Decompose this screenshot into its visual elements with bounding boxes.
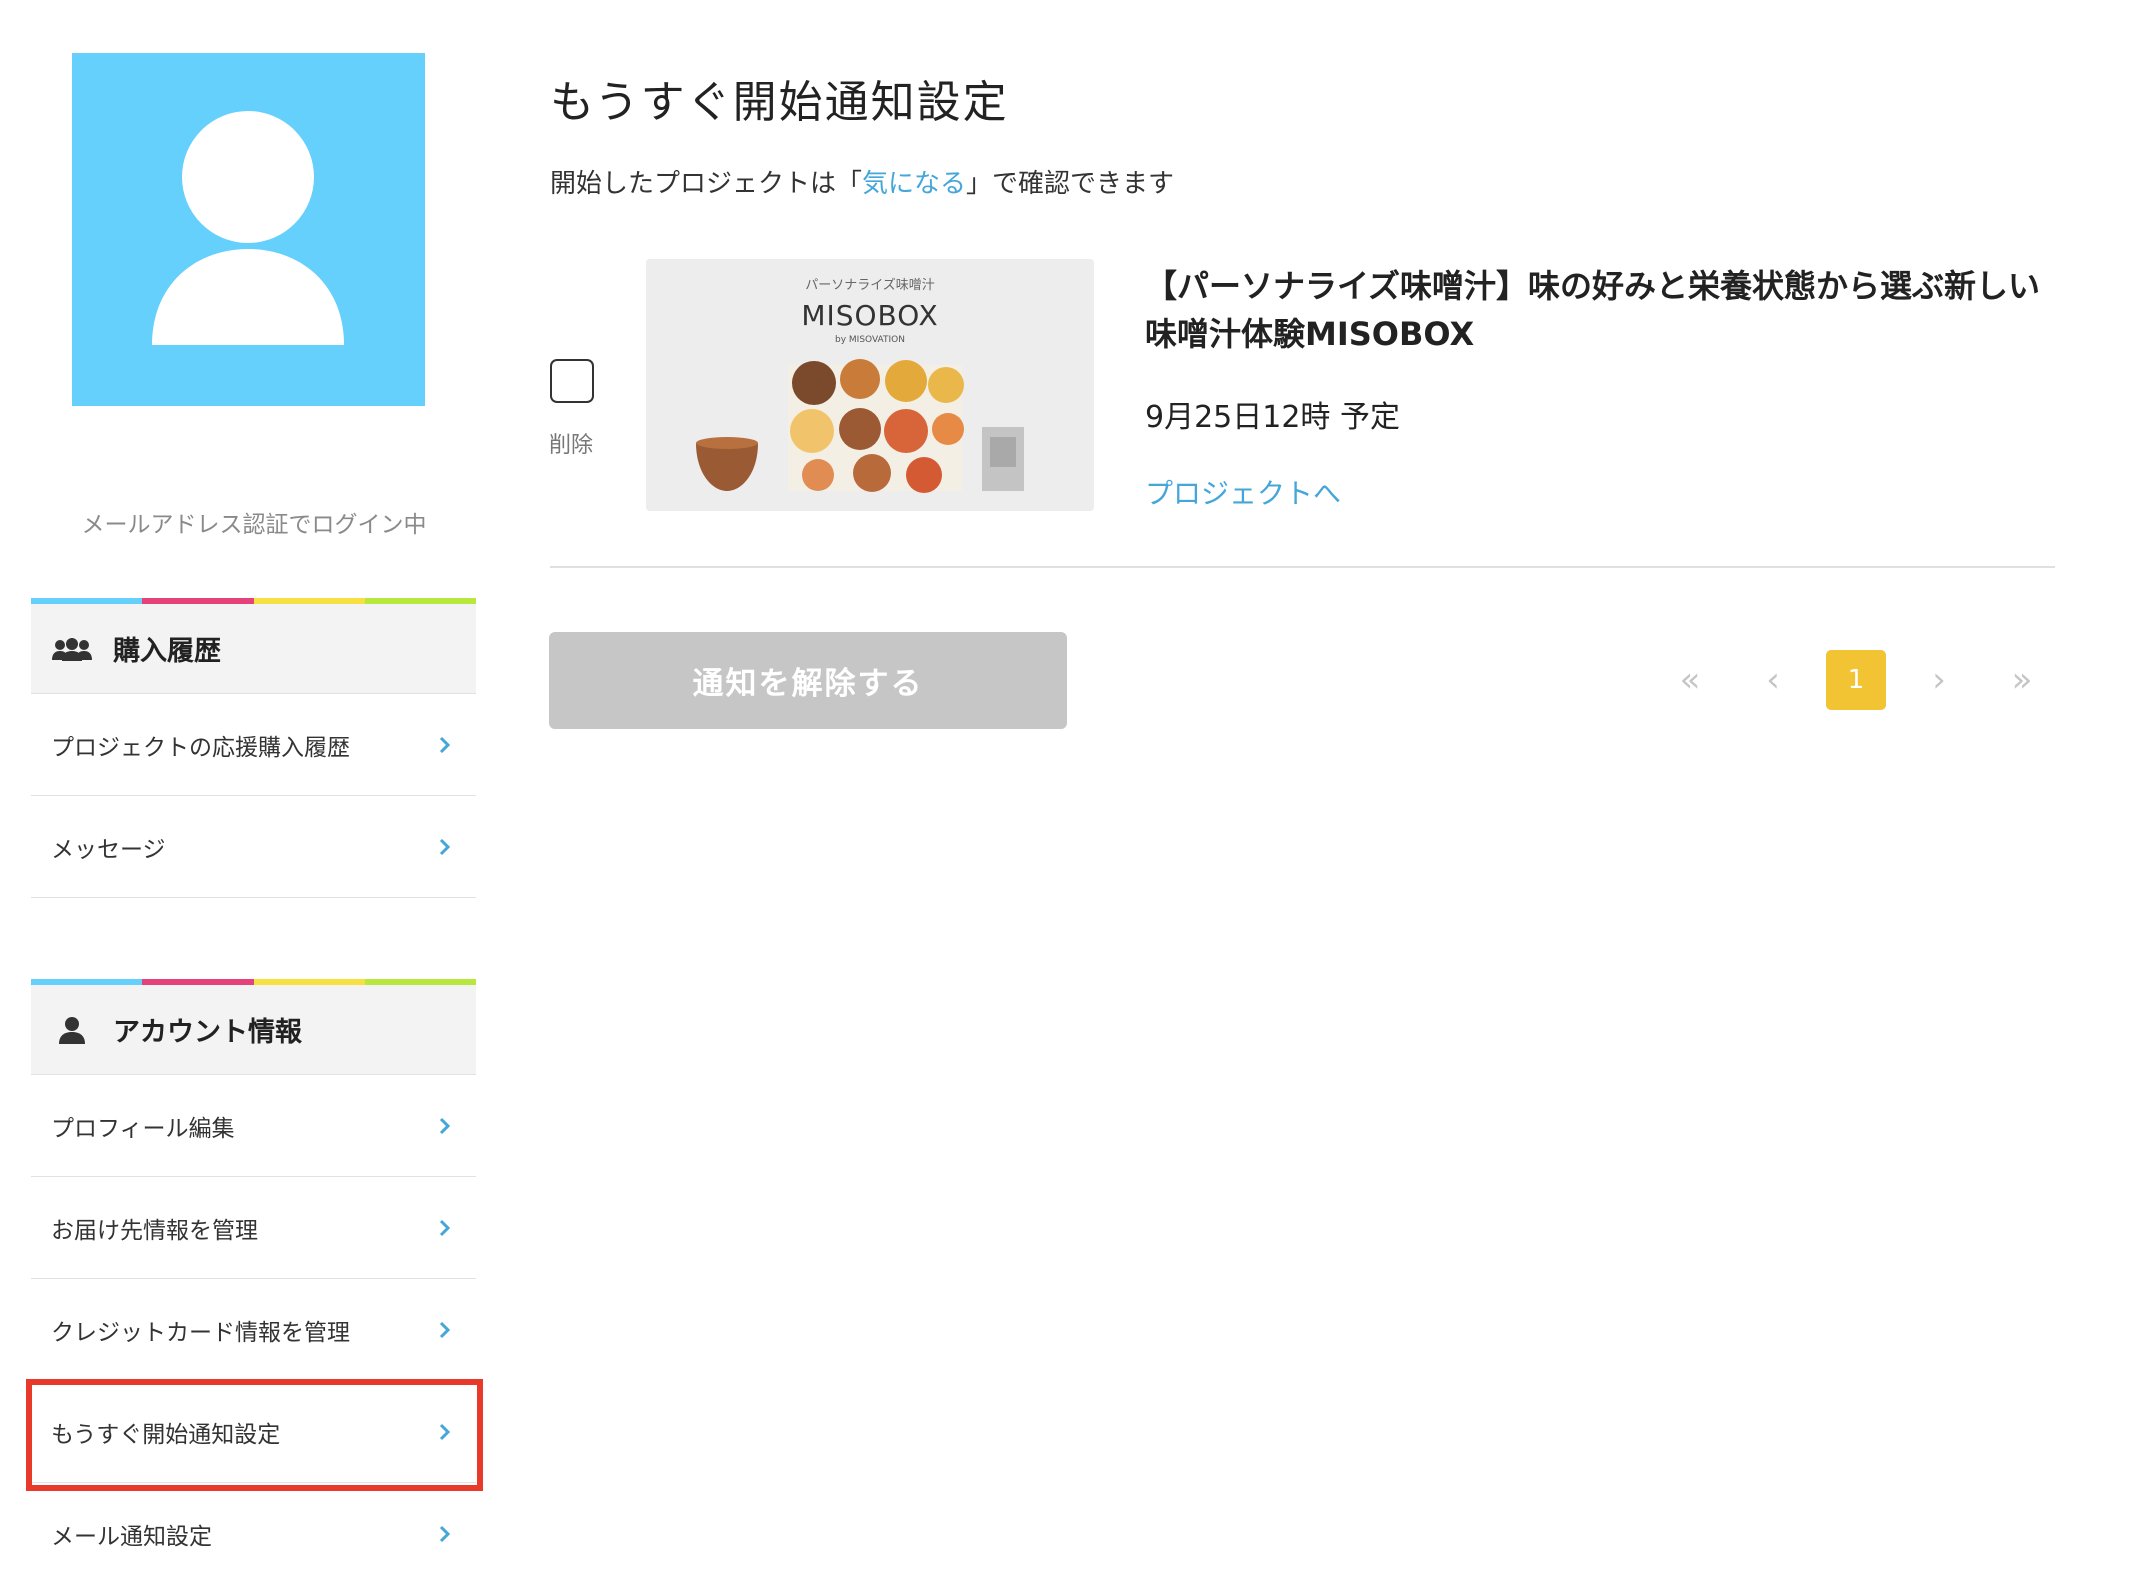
nav-header-label: アカウント情報 [113, 1017, 302, 1048]
nav-section-purchase-history: 購入履歴 プロジェクトの応援購入履歴 メッセージ [31, 598, 476, 898]
nav-item-credit-card[interactable]: クレジットカード情報を管理 [31, 1279, 476, 1381]
project-link[interactable]: プロジェクトへ [1145, 472, 1341, 512]
chevron-right-icon [439, 1219, 451, 1236]
page-1-button[interactable]: 1 [1826, 650, 1886, 710]
chevron-right-icon [439, 1423, 451, 1440]
chevron-right-icon [439, 838, 451, 855]
subtitle: 開始したプロジェクトは「気になる」で確認できます [550, 163, 1174, 200]
nav-item-label: お届け先情報を管理 [51, 1217, 258, 1244]
user-icon [59, 1016, 85, 1044]
delete-checkbox[interactable] [550, 359, 594, 403]
nav-section-account-info: アカウント情報 プロフィール編集 お届け先情報を管理 クレジットカード情報を管理… [31, 979, 476, 1585]
nav-item-label: メッセージ [51, 836, 166, 863]
watchlist-link[interactable]: 気になる [862, 169, 966, 199]
login-status: メールアドレス認証でログイン中 [81, 512, 427, 538]
user-silhouette-icon [152, 111, 344, 345]
users-icon [52, 637, 92, 661]
nav-item-purchase-history[interactable]: プロジェクトの応援購入履歴 [31, 694, 476, 796]
nav-header-account-info: アカウント情報 [31, 985, 476, 1075]
page-title: もうすぐ開始通知設定 [550, 77, 1009, 128]
nav-item-profile-edit[interactable]: プロフィール編集 [31, 1075, 476, 1177]
nav-item-label: クレジットカード情報を管理 [51, 1319, 350, 1346]
cancel-notification-button[interactable]: 通知を解除する [549, 632, 1067, 729]
nav-item-label: プロフィール編集 [51, 1115, 235, 1142]
nav-item-shipping-address[interactable]: お届け先情報を管理 [31, 1177, 476, 1279]
subtitle-prefix: 開始したプロジェクトは「 [550, 169, 863, 199]
divider [550, 566, 2055, 568]
nav-item-start-notification[interactable]: もうすぐ開始通知設定 [31, 1381, 476, 1483]
project-title[interactable]: 【パーソナライズ味噌汁】味の好みと栄養状態から選ぶ新しい味噌汁体験MISOBOX [1145, 262, 2065, 358]
last-page-button[interactable]: » [1992, 650, 2052, 710]
thumb-caption: パーソナライズ味噌汁 [805, 277, 935, 293]
prev-page-button[interactable]: ‹ [1743, 650, 1803, 710]
nav-item-label: もうすぐ開始通知設定 [51, 1421, 281, 1448]
next-page-button[interactable]: › [1909, 650, 1969, 710]
first-page-button[interactable]: « [1660, 650, 1720, 710]
avatar [72, 53, 425, 406]
project-image: パーソナライズ味噌汁 MISOBOX by MISOVATION [646, 259, 1094, 511]
thumb-brand: MISOBOX [801, 299, 938, 332]
nav-header-purchase-history: 購入履歴 [31, 604, 476, 694]
thumb-by: by MISOVATION [835, 335, 905, 345]
subtitle-suffix: 」で確認できます [966, 169, 1175, 199]
nav-item-label: プロジェクトの応援購入履歴 [51, 734, 350, 761]
chevron-right-icon [439, 1525, 451, 1543]
nav-item-label: メール通知設定 [51, 1524, 212, 1550]
nav-item-messages[interactable]: メッセージ [31, 796, 476, 898]
project-thumbnail[interactable]: パーソナライズ味噌汁 MISOBOX by MISOVATION [646, 259, 1094, 511]
chevron-right-icon [439, 1321, 451, 1338]
pagination: « ‹ 1 › » [1660, 649, 2075, 711]
project-start-date: 9月25日12時 予定 [1145, 400, 1400, 435]
color-stripe [31, 979, 476, 985]
color-stripe [31, 598, 476, 604]
delete-label: 削除 [549, 433, 594, 458]
nav-header-label: 購入履歴 [113, 636, 221, 667]
chevron-right-icon [439, 1117, 451, 1134]
chevron-right-icon [439, 736, 451, 753]
